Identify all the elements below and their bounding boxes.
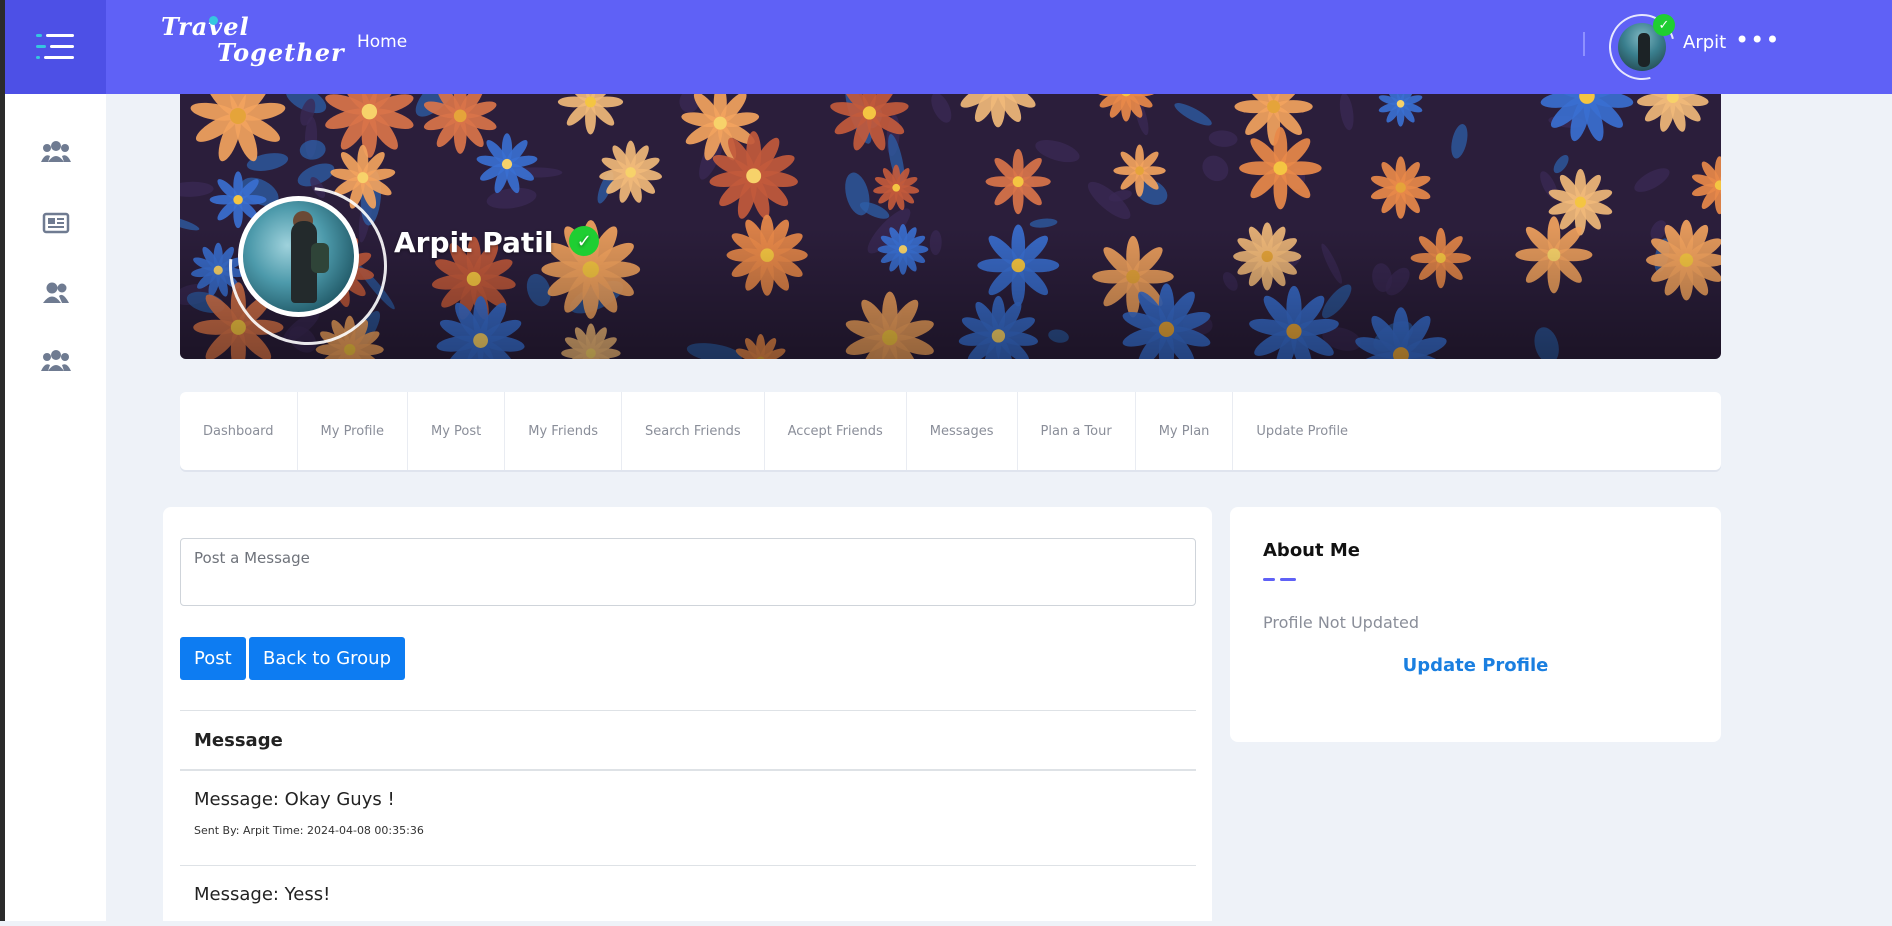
- tab-my-post[interactable]: My Post: [408, 392, 506, 470]
- tab-accept-friends[interactable]: Accept Friends: [765, 392, 907, 470]
- tab-my-friends[interactable]: My Friends: [505, 392, 623, 470]
- sidebar: [5, 94, 106, 921]
- message-text: Message: Yess!: [194, 884, 331, 905]
- messages-table-header: Message: [180, 710, 1196, 771]
- profile-tabs: Dashboard My Profile My Post My Friends …: [180, 392, 1721, 470]
- tab-search-friends[interactable]: Search Friends: [622, 392, 765, 470]
- group-messages-card: Post Back to Group Message Message: Okay…: [163, 507, 1212, 921]
- more-options-icon[interactable]: •••: [1735, 26, 1780, 54]
- logo-text-line2: Together: [217, 38, 345, 67]
- about-me-title: About Me: [1263, 540, 1360, 561]
- profile-name: Arpit Patil: [394, 226, 554, 259]
- tab-plan-a-tour[interactable]: Plan a Tour: [1018, 392, 1136, 470]
- message-text: Message: Okay Guys !: [194, 789, 395, 810]
- sidebar-community-icon[interactable]: [41, 347, 71, 375]
- update-profile-link[interactable]: Update Profile: [1230, 655, 1721, 676]
- tab-messages[interactable]: Messages: [907, 392, 1018, 470]
- profile-name-row: Arpit Patil ✓: [394, 226, 600, 259]
- tab-dashboard[interactable]: Dashboard: [180, 392, 298, 470]
- sidebar-groups-icon[interactable]: [41, 138, 71, 166]
- back-to-group-button[interactable]: Back to Group: [249, 637, 406, 680]
- sidebar-newspaper-icon[interactable]: [41, 209, 71, 237]
- tab-update-profile[interactable]: Update Profile: [1233, 392, 1371, 470]
- hamburger-menu-icon: [35, 32, 76, 62]
- logo-text-line1: Travel: [161, 12, 250, 41]
- sidebar-friends-icon[interactable]: [41, 279, 71, 307]
- logo-dot: [209, 16, 218, 25]
- about-me-card: About Me Profile Not Updated Update Prof…: [1230, 507, 1721, 742]
- message-row: Message: Okay Guys ! Sent By: Arpit Time…: [180, 771, 1196, 866]
- header-username[interactable]: Arpit: [1683, 32, 1726, 53]
- profile-status-text: Profile Not Updated: [1263, 613, 1420, 632]
- profile-photo[interactable]: [238, 196, 359, 317]
- post-message-input[interactable]: [180, 538, 1196, 606]
- message-row: Message: Yess!: [180, 866, 1196, 926]
- tab-my-plan[interactable]: My Plan: [1136, 392, 1234, 470]
- top-navbar: Travel Together Home ✓ Arpit •••: [5, 0, 1892, 94]
- menu-toggle-button[interactable]: [5, 0, 106, 94]
- header-divider: [1583, 32, 1585, 56]
- message-meta: Sent By: Arpit Time: 2024-04-08 00:35:36: [194, 824, 424, 837]
- title-underline: [1263, 578, 1296, 581]
- verified-check-icon: ✓: [1653, 14, 1675, 36]
- nav-home-link[interactable]: Home: [357, 32, 407, 52]
- user-avatar[interactable]: ✓: [1596, 1, 1688, 93]
- brand-logo[interactable]: Travel Together: [157, 12, 344, 72]
- post-button[interactable]: Post: [180, 637, 246, 680]
- tab-my-profile[interactable]: My Profile: [298, 392, 408, 470]
